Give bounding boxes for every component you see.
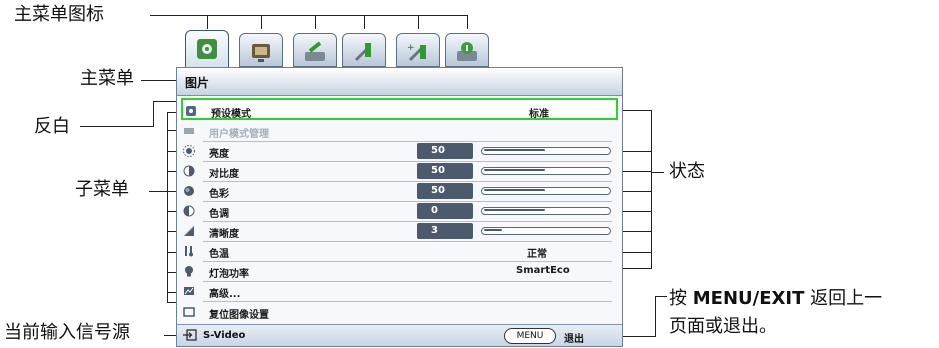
setup-basic-icon <box>305 41 325 61</box>
main-menu-callout: 主菜单 <box>80 68 134 89</box>
menu-item-label: 复位图像设置 <box>209 310 269 321</box>
reset-icon <box>183 307 195 317</box>
menu-title: 图片 <box>185 76 210 90</box>
menu-item-reset-picture[interactable]: 复位图像设置 <box>181 301 618 323</box>
menu-item-label: 色彩 <box>209 189 229 200</box>
value-box: 50 <box>417 183 473 199</box>
input-source-label: S-Video <box>203 330 246 341</box>
value-box: 50 <box>417 143 473 159</box>
color-temperature-icon <box>185 246 193 257</box>
menu-item-label: 灯泡功率 <box>209 269 249 280</box>
menu-exit-callout-line2: 页面或退出。 <box>669 316 777 337</box>
tab-display[interactable] <box>239 33 283 67</box>
value-box: 50 <box>417 163 473 179</box>
display-icon <box>252 44 270 62</box>
osd-menu-panel: 图片 预设模式 标准 用户模式管理 亮度 50 对比度 50 色彩 50 色调 … <box>176 67 623 347</box>
color-icon <box>184 186 194 196</box>
menu-exit-callout-line1: 按 MENU/EXIT 返回上一 <box>669 288 883 309</box>
input-source-icon <box>183 329 197 341</box>
menu-item-label: 色温 <box>209 249 229 260</box>
menu-item-label: 清晰度 <box>209 229 239 240</box>
brightness-slider[interactable] <box>481 147 611 155</box>
lamp-power-icon <box>185 266 193 277</box>
tab-picture[interactable] <box>185 30 229 68</box>
brightness-icon <box>183 145 195 157</box>
menu-item-advanced[interactable]: 高级... <box>181 280 618 302</box>
lamp-power-value: SmartEco <box>516 265 570 276</box>
menu-item-label: 预设模式 <box>211 109 251 120</box>
status-callout: 状态 <box>669 161 705 182</box>
tint-slider[interactable] <box>481 207 611 215</box>
menu-button[interactable]: MENU <box>504 328 556 344</box>
current-input-callout: 当前输入信号源 <box>4 322 130 343</box>
user-mode-icon <box>184 128 194 134</box>
menu-item-label: 对比度 <box>209 169 239 180</box>
menu-item-label: 色调 <box>209 209 229 220</box>
menu-item-contrast[interactable]: 对比度 50 <box>181 160 618 182</box>
menu-item-color[interactable]: 色彩 50 <box>181 180 618 202</box>
menu-item-label: 用户模式管理 <box>209 129 269 140</box>
menu-item-label: 亮度 <box>209 149 229 160</box>
preset-mode-icon <box>186 106 196 116</box>
color-temperature-value: 正常 <box>527 249 547 260</box>
menu-item-user-mode: 用户模式管理 <box>181 120 618 142</box>
tab-system-setup[interactable] <box>342 33 386 67</box>
menu-item-tint[interactable]: 色调 0 <box>181 200 618 222</box>
tint-icon <box>183 205 195 217</box>
system-setup-icon <box>354 43 372 62</box>
picture-icon <box>197 39 217 59</box>
system-setup-advanced-icon: + <box>407 43 426 62</box>
tab-information[interactable] <box>445 33 489 67</box>
value-box: 3 <box>417 223 473 239</box>
menu-item-brightness[interactable]: 亮度 50 <box>181 140 618 162</box>
menu-item-lamp-power[interactable]: 灯泡功率 SmartEco <box>181 260 618 282</box>
sharpness-icon <box>183 225 195 237</box>
sharpness-slider[interactable] <box>481 227 611 235</box>
svg-text:+: + <box>407 43 415 53</box>
menu-item-preset-mode[interactable]: 预设模式 标准 <box>181 98 618 120</box>
menu-footer: S-Video MENU 退出 <box>177 324 622 346</box>
color-slider[interactable] <box>481 187 611 195</box>
preset-mode-value: 标准 <box>529 109 549 120</box>
menu-item-color-temperature[interactable]: 色温 正常 <box>181 240 618 262</box>
contrast-slider[interactable] <box>481 167 611 175</box>
menu-item-sharpness[interactable]: 清晰度 3 <box>181 220 618 242</box>
advanced-icon <box>184 287 194 295</box>
main-menu-icons-callout: 主菜单图标 <box>14 4 104 25</box>
tab-system-setup-advanced[interactable]: + <box>396 33 440 67</box>
value-box: 0 <box>417 203 473 219</box>
tab-setup-basic[interactable] <box>293 33 337 67</box>
menu-item-label: 高级... <box>209 289 241 300</box>
exit-label: 退出 <box>564 334 584 345</box>
information-icon <box>457 42 477 61</box>
highlight-callout: 反白 <box>34 116 70 137</box>
contrast-icon <box>183 165 195 177</box>
menu-header: 图片 <box>177 68 622 96</box>
submenu-callout: 子菜单 <box>75 179 129 200</box>
